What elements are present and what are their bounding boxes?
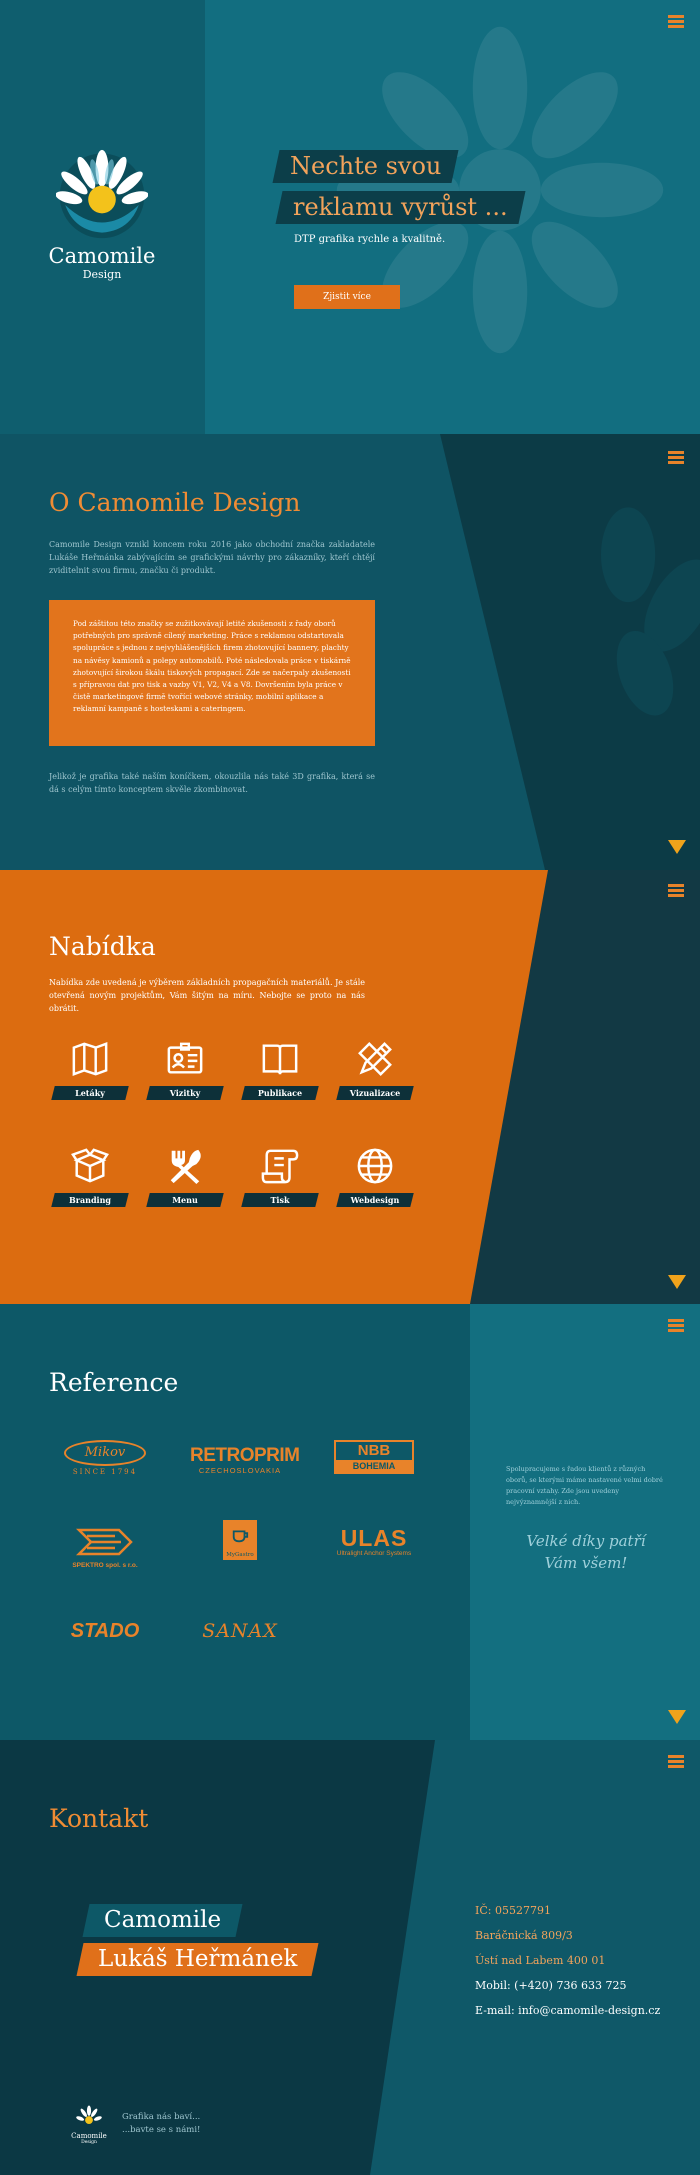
- offer-intro: Nabídka zde uvedená je výběrem základníc…: [49, 978, 365, 1013]
- client-logo-sanax[interactable]: SANAX: [190, 1620, 290, 1670]
- scroll-down-icon[interactable]: [668, 1275, 686, 1289]
- contact-ic: IČ: 05527791: [475, 1904, 551, 1917]
- service-label: Vizualizace: [349, 1088, 401, 1098]
- service-vizualizace[interactable]: Vizualizace: [335, 1040, 415, 1106]
- menu-icon[interactable]: [668, 1755, 684, 1768]
- footer-logo-sub: Design: [81, 2140, 97, 2145]
- menu-icon[interactable]: [668, 15, 684, 28]
- client-logo-ulas[interactable]: ULAS Ultralight Anchor Systems: [324, 1526, 424, 1576]
- contact-email[interactable]: E-mail: info@camomile-design.cz: [475, 2004, 660, 2018]
- contact-city: Ústí nad Labem 400 01: [475, 1954, 606, 1967]
- id-card-icon: [167, 1042, 203, 1074]
- service-label: Menu: [172, 1195, 198, 1205]
- cup-icon: [232, 1530, 249, 1543]
- headline-line-1: Nechte svou: [272, 150, 459, 183]
- menu-icon[interactable]: [668, 884, 684, 897]
- contact-section: Kontakt Camomile Lukáš Heřmánek IČ: 0552…: [0, 1740, 700, 2175]
- menu-icon[interactable]: [668, 1319, 684, 1332]
- about-title: O Camomile Design: [49, 488, 301, 517]
- service-tisk[interactable]: Tisk: [240, 1147, 320, 1213]
- offer-section: Nabídka Nabídka zde uvedená je výběrem z…: [0, 870, 700, 1304]
- client-logo-nbb[interactable]: NBB BOHEMIA: [324, 1440, 424, 1490]
- menu-icon[interactable]: [668, 451, 684, 464]
- service-webdesign[interactable]: Webdesign: [335, 1147, 415, 1213]
- about-paragraph-2: Jelikož je grafika také naším koníčkem, …: [49, 772, 375, 794]
- service-label: Branding: [68, 1195, 112, 1205]
- service-menu[interactable]: Menu: [145, 1147, 225, 1213]
- service-label: Publikace: [257, 1088, 303, 1098]
- service-label: Webdesign: [350, 1195, 400, 1205]
- scroll-icon: [261, 1149, 299, 1184]
- book-icon: [262, 1044, 298, 1075]
- scroll-down-icon[interactable]: [668, 1710, 686, 1724]
- service-branding[interactable]: Branding: [50, 1147, 130, 1213]
- references-section: Reference Mikov SINCE 1794 RETROPRIM CZE…: [0, 1304, 700, 1740]
- logo-name: Camomile: [48, 244, 156, 268]
- client-logo-mygastro[interactable]: MyGastro: [190, 1520, 290, 1570]
- background-flower-decoration: [601, 507, 700, 716]
- client-logo-stado[interactable]: STADO: [55, 1620, 155, 1670]
- contact-street: Baráčnická 809/3: [475, 1929, 573, 1942]
- client-logo-spektro[interactable]: SPEKTRO spol. s r.o.: [55, 1526, 155, 1576]
- service-letaky[interactable]: Letáky: [50, 1040, 130, 1106]
- background-flower-decoration: [336, 26, 664, 354]
- references-note: Spolupracujeme s řadou klientů z různých…: [506, 1465, 663, 1506]
- spektro-mark-icon: [75, 1528, 133, 1556]
- contact-title: Kontakt: [49, 1804, 149, 1833]
- scroll-down-icon[interactable]: [668, 840, 686, 854]
- service-vizitky[interactable]: Vizitky: [145, 1040, 225, 1106]
- service-label: Letáky: [75, 1088, 105, 1098]
- footer-logo-icon[interactable]: [76, 2105, 102, 2131]
- fork-knife-icon: [170, 1149, 201, 1185]
- camomile-logo-icon[interactable]: [56, 148, 148, 240]
- learn-more-button[interactable]: Zjistit více: [294, 285, 400, 309]
- contact-ribbon-person: Lukáš Heřmánek: [76, 1943, 319, 1976]
- about-paragraph-1: Camomile Design vznikl koncem roku 2016 …: [49, 540, 375, 575]
- service-label: Vizitky: [169, 1088, 201, 1098]
- globe-icon: [357, 1148, 393, 1184]
- headline-line-2: reklamu vyrůst ...: [275, 191, 526, 224]
- map-icon: [72, 1042, 108, 1076]
- service-label: Tisk: [270, 1195, 290, 1205]
- contact-ribbon-name: Camomile: [82, 1904, 243, 1937]
- about-section: O Camomile Design Camomile Design vznikl…: [0, 434, 700, 870]
- offer-title: Nabídka: [49, 932, 156, 961]
- logo-sub: Design: [82, 268, 122, 281]
- service-publikace[interactable]: Publikace: [240, 1040, 320, 1106]
- box-icon: [71, 1148, 109, 1183]
- references-side-panel: [470, 1304, 700, 1740]
- pencil-ruler-icon: [358, 1042, 392, 1076]
- client-logo-retroprim[interactable]: RETROPRIM CZECHOSLOVAKIA: [190, 1446, 300, 1496]
- references-title: Reference: [49, 1368, 179, 1397]
- references-thanks: Velké díky patří Vám všem!: [526, 1532, 646, 1572]
- footer-logo-name: Camomile: [71, 2132, 107, 2140]
- about-highlight-box: Pod záštitou této značky se zužitkovávaj…: [49, 600, 375, 746]
- hero-subtitle: DTP grafika rychle a kvalitně.: [294, 234, 446, 245]
- footer-slogan: Grafika nás baví... ...bavte se s námi!: [122, 2112, 201, 2135]
- hero-section: Camomile Design Nechte svou reklamu vyrů…: [0, 0, 700, 434]
- client-logo-mikov[interactable]: Mikov SINCE 1794: [55, 1440, 155, 1490]
- contact-mobile[interactable]: Mobil: (+420) 736 633 725: [475, 1979, 626, 1993]
